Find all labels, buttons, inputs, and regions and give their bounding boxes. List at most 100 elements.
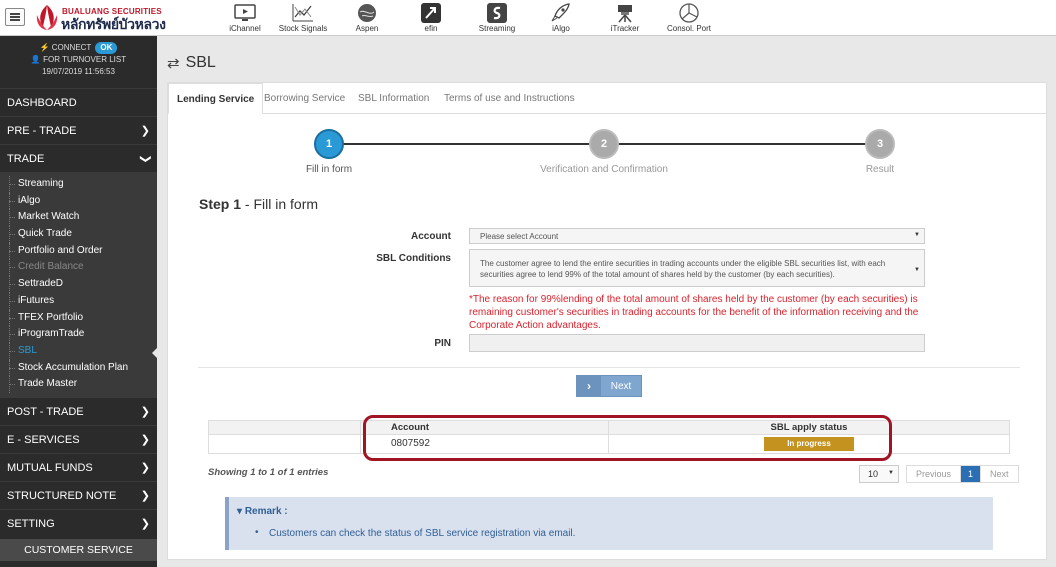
tab-sbl-information[interactable]: SBL Information [350,83,437,114]
monitor-icon [233,2,257,24]
app-stock-signals[interactable]: Stock Signals [273,0,333,36]
sidebar-item-dashboard[interactable]: DASHBOARD [0,88,157,116]
step-name: - Fill in form [241,196,319,212]
chevron-right-icon: ❯ [140,405,150,418]
pin-label: PIN [434,338,451,349]
page-title: SBL [185,54,216,71]
connection-status: ⚡ CONNECT OK 👤 FOR TURNOVER LIST 19/07/2… [0,36,157,88]
pagination-previous[interactable]: Previous [907,466,962,482]
sidebar-item-ialgo[interactable]: iAlgo [0,192,157,210]
tab-terms-of-use[interactable]: Terms of use and Instructions [436,83,583,114]
sidebar-item-settraded[interactable]: SettradeD [0,276,157,293]
customer-service-button[interactable]: CUSTOMER SERVICE [0,539,157,561]
sbl-conditions-value: The customer agree to lend the entire se… [480,259,886,279]
app-ialgo[interactable]: iAlgo [531,0,591,36]
app-label: efin [424,24,438,33]
swap-arrows-icon: ⇄ [167,55,180,72]
sidebar-item-iprogramtrade[interactable]: iProgramTrade [0,326,157,343]
dropdown-arrow-icon: ▼ [914,232,920,238]
highlight-annotation [363,415,892,461]
dropdown-arrow-icon: ▼ [914,267,920,273]
sidebar-item-structured-note[interactable]: STRUCTURED NOTE ❯ [0,480,157,509]
tracker-icon [613,2,637,24]
app-streaming[interactable]: Streaming [467,0,527,36]
next-button-label: Next [610,380,632,392]
sbl-panel: Lending Service Borrowing Service SBL In… [167,82,1047,560]
top-bar: BUALUANG SECURITIES หลักทรัพย์บัวหลวง iC… [0,0,1056,36]
sidebar-item-label: STRUCTURED NOTE [7,489,117,502]
sidebar-item-sbl[interactable]: SBL [0,342,157,360]
tab-lending-service[interactable]: Lending Service [168,83,264,114]
sidebar-item-trade[interactable]: TRADE ❯ [0,144,157,172]
sidebar-item-trade-master[interactable]: Trade Master [0,376,157,393]
sidebar-item-label: E - SERVICES [7,433,80,446]
chevron-right-icon: ❯ [140,517,150,530]
page-header: ⇄ SBL [167,54,216,72]
sidebar-item-quick-trade[interactable]: Quick Trade [0,226,157,243]
app-ichannel[interactable]: iChannel [215,0,275,36]
table-header-blank [209,421,361,434]
pie-icon [677,2,701,24]
lotus-logo-icon [36,5,58,30]
efin-icon [419,2,443,24]
app-label: Aspen [355,24,379,33]
sbl-conditions-label: SBL Conditions [376,253,451,264]
app-efin[interactable]: efin [401,0,461,36]
pagination-page-1[interactable]: 1 [961,466,982,482]
sidebar-item-market-watch[interactable]: Market Watch [0,209,157,226]
chevron-right-icon: ❯ [140,125,150,137]
step-1-indicator: 1 [314,129,344,159]
page-size-value: 10 [868,469,879,479]
sidebar-item-e-services[interactable]: E - SERVICES ❯ [0,424,157,453]
remark-title-text: Remark : [244,506,288,517]
sidebar-item-portfolio-and-order[interactable]: Portfolio and Order [0,242,157,260]
sidebar-item-mutual-funds[interactable]: MUTUAL FUNDS ❯ [0,452,157,481]
divider [198,367,1020,368]
sidebar-item-setting[interactable]: SETTING ❯ [0,508,157,537]
sidebar-item-pre-trade[interactable]: PRE - TRADE ❯ [0,116,157,144]
remark-title[interactable]: ▾ Remark : [237,506,288,517]
sidebar-item-post-trade[interactable]: POST - TRADE ❯ [0,396,157,425]
step-2-label: Verification and Confirmation [540,164,668,175]
brand-logo[interactable]: BUALUANG SECURITIES หลักทรัพย์บัวหลวง [34,3,184,33]
user-icon: 👤 [30,55,41,64]
sidebar-item-streaming[interactable]: Streaming [0,176,157,193]
turnover-link[interactable]: FOR TURNOVER LIST [43,55,126,64]
tab-bar: Lending Service Borrowing Service SBL In… [168,83,1046,114]
lending-notice: *The reason for 99%lending of the total … [469,294,919,331]
sidebar-item-label: DASHBOARD [7,97,77,109]
app-consol-port[interactable]: Consol. Port [659,0,719,36]
sidebar-item-tfex-portfolio[interactable]: TFEX Portfolio [0,309,157,327]
dropdown-arrow-icon: ▼ [888,470,894,476]
rocket-icon [549,2,573,24]
form-title: Step 1 - Fill in form [199,196,318,212]
tab-borrowing-service[interactable]: Borrowing Service [256,83,353,114]
sidebar-item-stock-accumulation-plan[interactable]: Stock Accumulation Plan [0,359,157,377]
sidebar-item-label: TRADE [7,153,45,165]
hamburger-menu-icon[interactable] [5,8,25,26]
sidebar-item-ifutures[interactable]: iFutures [0,292,157,310]
step-2-indicator: 2 [589,129,619,159]
remark-item: Customers can check the status of SBL se… [255,527,575,539]
app-itracker[interactable]: iTracker [595,0,655,36]
app-label: Stock Signals [278,24,328,33]
sbl-conditions-select[interactable]: The customer agree to lend the entire se… [469,249,925,287]
lightning-icon: ⚡ [39,43,50,52]
chevron-right-icon: ❯ [140,461,150,474]
step-3-indicator: 3 [865,129,895,159]
brand-name-th: หลักทรัพย์บัวหลวง [61,16,166,32]
app-label: iTracker [610,24,640,33]
sidebar: ⚡ CONNECT OK 👤 FOR TURNOVER LIST 19/07/2… [0,36,157,567]
pagination-next[interactable]: Next [981,466,1018,482]
page-size-select[interactable]: 10 ▼ [859,465,899,483]
remark-box: ▾ Remark : Customers can check the statu… [225,497,993,550]
pagination: Previous 1 Next [906,465,1019,483]
sidebar-item-credit-balance: Credit Balance [0,259,157,276]
pin-input[interactable] [469,334,925,352]
app-aspen[interactable]: Aspen [337,0,397,36]
sidebar-item-label: MUTUAL FUNDS [7,461,93,474]
account-select[interactable]: Please select Account ▼ [469,228,925,244]
connection-datetime: 19/07/2019 11:56:53 [42,67,115,76]
next-button[interactable]: › Next [576,375,642,397]
step-number: Step 1 [199,196,242,212]
